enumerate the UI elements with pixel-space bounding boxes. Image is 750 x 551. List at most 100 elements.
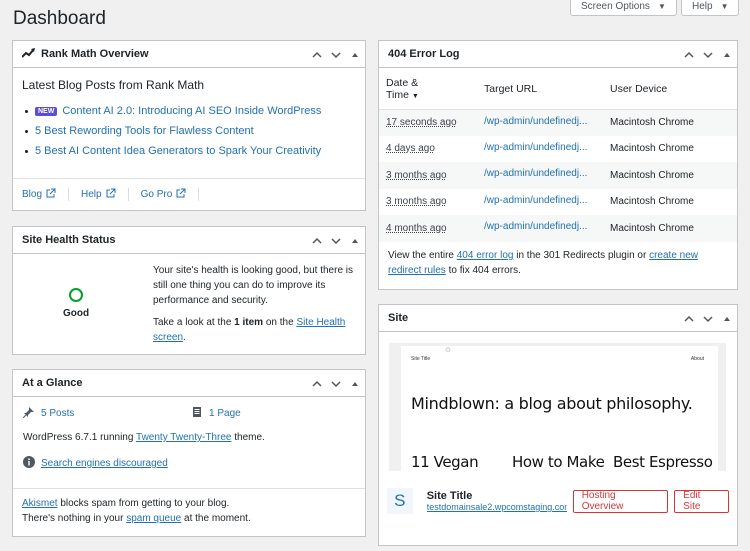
search-engines-row[interactable]: Search engines discouraged xyxy=(23,456,168,471)
wp-prefix: WordPress 6.7.1 running xyxy=(23,432,137,443)
log-device: Macintosh Chrome xyxy=(610,143,694,155)
screen-options-button[interactable]: Screen Options ▼ xyxy=(570,0,677,16)
akismet-text-2: There's nothing in your xyxy=(22,513,127,524)
site-widget: Site Site Title ⊙ About Mindblown: a blo… xyxy=(378,304,738,546)
divider xyxy=(13,488,365,489)
health-status-circle-icon xyxy=(69,288,83,302)
preview-logo-icon: ⊙ xyxy=(445,347,451,354)
collapse-toggle-icon[interactable] xyxy=(349,49,361,61)
info-icon xyxy=(23,456,35,471)
akismet-text-1: blocks spam from getting to your blog. xyxy=(57,498,230,509)
log-target-url[interactable]: /wp-admin/undefinedj... xyxy=(484,221,587,232)
log-time: 3 months ago xyxy=(386,196,447,208)
log-target-url[interactable]: /wp-admin/undefinedj... xyxy=(484,142,587,153)
move-up-icon[interactable] xyxy=(683,49,695,61)
preview-post-title: 11 Vegan Slow Cooker xyxy=(411,453,479,471)
rank-math-logo-icon xyxy=(21,47,36,61)
external-link-icon xyxy=(176,188,186,201)
help-label: Help xyxy=(692,0,713,12)
table-row: 17 seconds ago /wp-admin/undefinedj... M… xyxy=(379,109,737,136)
health-look-text: Take a look at the 1 item on the Site He… xyxy=(153,315,358,345)
help-button[interactable]: Help ▼ xyxy=(681,0,739,16)
pages-count-link[interactable]: 1 Page xyxy=(209,408,241,419)
table-row: 4 days ago /wp-admin/undefinedj... Macin… xyxy=(379,136,737,163)
rank-math-footer: Blog Help Go Pro xyxy=(13,178,365,210)
pages-count-row[interactable]: 1 Page xyxy=(191,406,241,421)
move-down-icon[interactable] xyxy=(702,49,714,61)
table-row: 3 months ago /wp-admin/undefinedj... Mac… xyxy=(379,162,737,189)
move-up-icon[interactable] xyxy=(311,235,323,247)
move-down-icon[interactable] xyxy=(330,49,342,61)
theme-link[interactable]: Twenty Twenty-Three xyxy=(136,432,231,443)
log-device: Macintosh Chrome xyxy=(603,162,737,189)
look-count: 1 item xyxy=(234,317,264,328)
go-pro-link[interactable]: Go Pro xyxy=(141,188,200,201)
site-info-bar: S Site Title testdomainsale2.wpcomstagin… xyxy=(387,485,729,517)
preview-post-title: Best Espresso Machines for xyxy=(613,453,713,471)
look-prefix: Take a look at the xyxy=(153,317,235,328)
widget-title: Site xyxy=(388,312,409,324)
list-item[interactable]: 5 Best Rewording Tools for Flawless Cont… xyxy=(24,125,321,137)
page-icon xyxy=(191,406,203,421)
help-link-label: Help xyxy=(81,189,102,200)
widget-title: Site Health Status xyxy=(22,234,116,246)
spam-queue-link[interactable]: spam queue xyxy=(126,513,181,524)
collapse-toggle-icon[interactable] xyxy=(721,49,733,61)
hosting-overview-button[interactable]: Hosting Overview xyxy=(572,489,669,513)
error-log-table: Date & Time ▼ Target URL User Device 17 … xyxy=(379,69,737,242)
preview-site-title: Site Title xyxy=(411,356,431,362)
log-time: 4 days ago xyxy=(386,143,435,155)
widget-header: 404 Error Log xyxy=(379,41,737,68)
log-target-url[interactable]: /wp-admin/undefinedj... xyxy=(484,195,587,206)
move-down-icon[interactable] xyxy=(330,235,342,247)
rank-math-overview-widget: Rank Math Overview Latest Blog Posts fro… xyxy=(12,40,366,211)
external-link-icon xyxy=(106,188,116,201)
akismet-link[interactable]: Akismet xyxy=(22,498,58,509)
move-up-icon[interactable] xyxy=(311,378,323,390)
page-title: Dashboard xyxy=(13,8,106,29)
widget-title: 404 Error Log xyxy=(388,48,460,60)
move-down-icon[interactable] xyxy=(330,378,342,390)
posts-count-row[interactable]: 5 Posts xyxy=(22,406,74,421)
column-header-date[interactable]: Date & Time ▼ xyxy=(379,69,477,110)
screen-options-label: Screen Options xyxy=(581,0,650,12)
collapse-toggle-icon[interactable] xyxy=(349,235,361,247)
posts-count-link[interactable]: 5 Posts xyxy=(41,408,74,419)
view-error-log-link[interactable]: 404 error log xyxy=(457,250,514,261)
collapse-toggle-icon[interactable] xyxy=(349,378,361,390)
edit-site-button[interactable]: Edit Site xyxy=(674,489,729,513)
log-device: Macintosh Chrome xyxy=(610,196,694,208)
collapse-toggle-icon[interactable] xyxy=(721,313,733,325)
akismet-text: Akismet blocks spam from getting to your… xyxy=(22,496,362,526)
log-target-url[interactable]: /wp-admin/undefinedj... xyxy=(484,168,587,179)
move-up-icon[interactable] xyxy=(683,313,695,325)
log-device: Macintosh Chrome xyxy=(603,215,737,242)
column-header-date-line1: Date & xyxy=(386,76,419,89)
move-up-icon[interactable] xyxy=(311,49,323,61)
preview-post-title: How to Make a Mocha at xyxy=(512,453,605,471)
help-link[interactable]: Help xyxy=(81,188,129,201)
post-link[interactable]: 5 Best AI Content Idea Generators to Spa… xyxy=(35,145,321,157)
log-time: 17 seconds ago xyxy=(386,117,457,128)
log-device: Macintosh Chrome xyxy=(603,109,737,136)
log-time: 4 months ago xyxy=(386,222,447,234)
blog-link[interactable]: Blog xyxy=(22,188,70,201)
widget-header: Site Health Status xyxy=(13,227,365,254)
column-header-target-url: Target URL xyxy=(477,69,603,110)
preview-about-link: About xyxy=(690,356,704,362)
site-url-link[interactable]: testdomainsale2.wpcomstaging.com xyxy=(427,502,567,512)
column-header-user-device: User Device xyxy=(603,69,737,110)
site-preview[interactable]: Site Title ⊙ About Mindblown: a blog abo… xyxy=(389,343,726,471)
caret-down-icon: ▼ xyxy=(657,1,666,11)
site-preview-card: Site Title ⊙ About Mindblown: a blog abo… xyxy=(401,346,718,471)
table-row: 4 months ago /wp-admin/undefinedj... Mac… xyxy=(379,215,737,242)
search-engines-discouraged-link[interactable]: Search engines discouraged xyxy=(41,458,168,469)
akismet-text-3: at the moment. xyxy=(181,513,251,524)
log-target-url[interactable]: /wp-admin/undefinedj... xyxy=(484,116,587,127)
move-down-icon[interactable] xyxy=(702,313,714,325)
post-link[interactable]: 5 Best Rewording Tools for Flawless Cont… xyxy=(35,125,254,137)
external-link-icon xyxy=(46,188,56,201)
list-item[interactable]: 5 Best AI Content Idea Generators to Spa… xyxy=(24,145,321,157)
list-item[interactable]: NEW Content AI 2.0: Introducing AI SEO I… xyxy=(24,105,321,117)
post-link[interactable]: Content AI 2.0: Introducing AI SEO Insid… xyxy=(62,105,321,117)
